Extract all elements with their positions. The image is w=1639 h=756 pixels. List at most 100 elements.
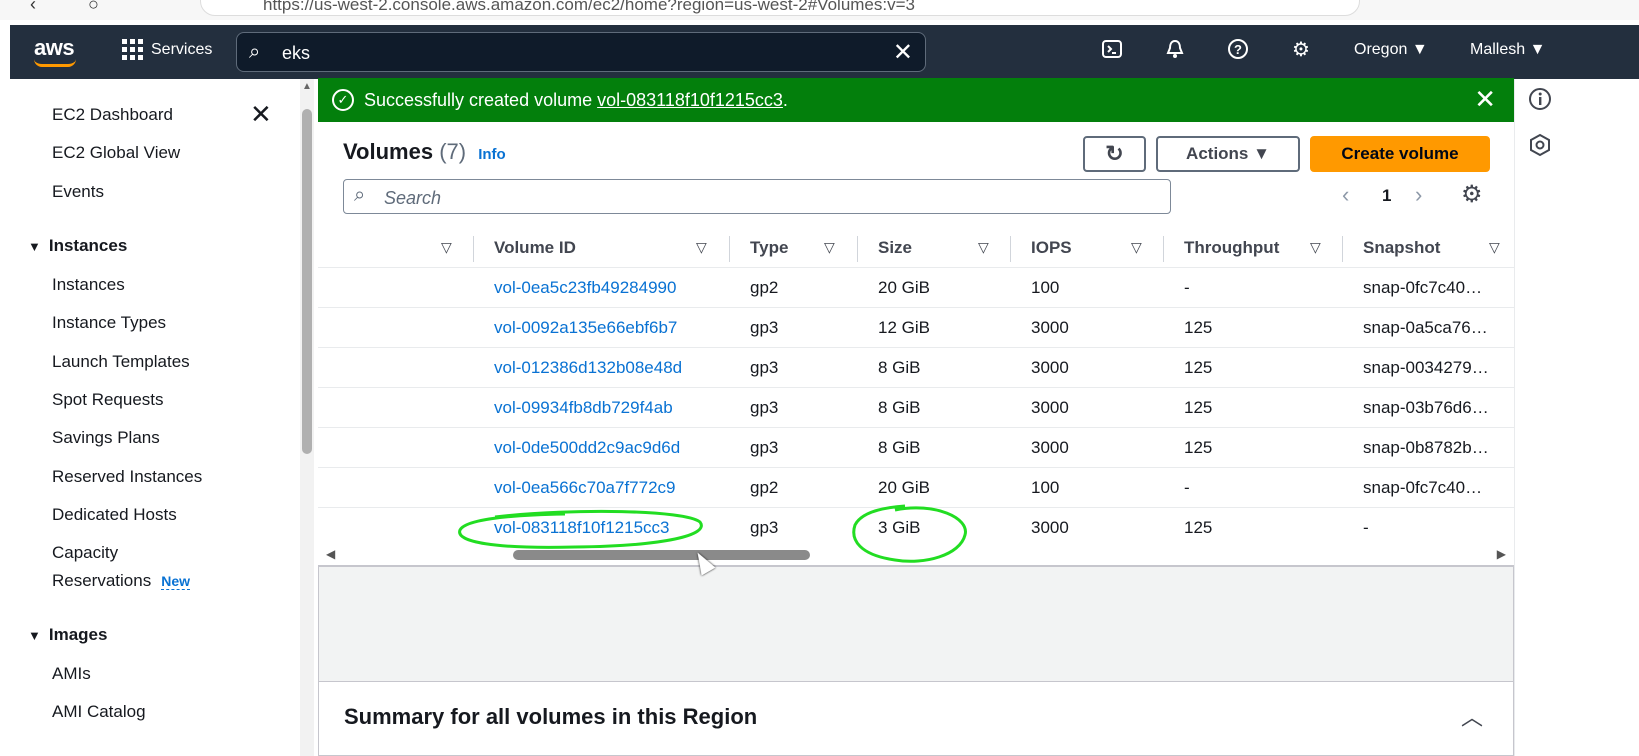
column-divider[interactable] [1342, 236, 1343, 262]
column-divider[interactable] [473, 236, 474, 262]
sidebar-item-capacity-line1[interactable]: Capacity [52, 543, 118, 563]
help-icon[interactable]: ? [1226, 38, 1250, 62]
close-icon[interactable]: ✕ [250, 99, 272, 130]
column-header-type[interactable]: Type [750, 238, 788, 258]
back-icon[interactable]: ‹ [30, 0, 36, 15]
sidebar-item-capacity-reservations[interactable]: Reservations New [52, 571, 191, 591]
scroll-left-icon[interactable]: ◀ [326, 547, 335, 561]
column-divider[interactable] [1163, 236, 1164, 262]
caret-down-icon: ▼ [28, 628, 41, 643]
success-flashbar: ✓ Successfully created volume vol-083118… [318, 78, 1514, 122]
scrollbar-thumb[interactable] [513, 550, 810, 560]
table-row[interactable]: vol-0de500dd2c9ac9d6d gp3 8 GiB 3000 125… [318, 428, 1514, 468]
table-row[interactable]: vol-0ea566c70a7f772c9 gp2 20 GiB 100 - s… [318, 468, 1514, 508]
search-input[interactable]: ⌕ Search [343, 179, 1171, 214]
table-row[interactable]: vol-012386d132b08e48d gp3 8 GiB 3000 125… [318, 348, 1514, 388]
hexagon-icon[interactable] [1527, 133, 1553, 159]
column-header-size[interactable]: Size [878, 238, 912, 258]
throughput-cell: 125 [1184, 518, 1213, 537]
sidebar-item-amis[interactable]: AMIs [52, 664, 91, 684]
close-icon[interactable]: ✕ [1474, 84, 1496, 115]
table-row[interactable]: vol-0ea5c23fb49284990 gp2 20 GiB 100 - s… [318, 268, 1514, 308]
volume-id-link[interactable]: vol-0092a135e66ebf6b7 [494, 318, 677, 338]
volume-id-link[interactable]: vol-083118f10f1215cc3 [494, 518, 670, 538]
info-icon[interactable] [1527, 87, 1553, 113]
page-title: Volumes (7) Info [343, 139, 506, 165]
sidebar-section-label: Instances [48, 236, 128, 255]
services-menu-button[interactable]: Services [122, 39, 212, 60]
sidebar-item-events[interactable]: Events [52, 182, 104, 202]
type-cell: gp3 [750, 518, 779, 537]
aws-logo[interactable]: aws [34, 35, 75, 61]
sort-icon[interactable]: ▽ [824, 239, 835, 256]
snapshot-cell: - [1363, 518, 1369, 537]
sort-icon[interactable]: ▽ [978, 239, 989, 256]
address-bar[interactable]: https://us-west-2.console.aws.amazon.com… [200, 0, 1360, 16]
sort-icon[interactable]: ▽ [1131, 239, 1142, 256]
horizontal-scrollbar[interactable]: ◀ ▶ [318, 547, 1514, 563]
volume-id-link[interactable]: vol-0ea5c23fb49284990 [494, 278, 676, 298]
info-link[interactable]: Info [478, 146, 506, 163]
sidebar-scrollbar[interactable]: ▲ [300, 79, 314, 756]
table-row[interactable]: vol-083118f10f1215cc3 gp3 3 GiB 3000 125… [318, 508, 1514, 548]
sidebar-item-savings-plans[interactable]: Savings Plans [52, 428, 160, 448]
user-menu[interactable]: Mallesh ▼ [1470, 41, 1545, 59]
column-header-volume-id[interactable]: Volume ID [494, 238, 576, 258]
bell-icon[interactable] [1163, 38, 1187, 62]
volume-id-link[interactable]: vol-09934fb8db729f4ab [494, 398, 673, 418]
iops-cell: 100 [1031, 278, 1060, 297]
sidebar-item-launch-templates[interactable]: Launch Templates [52, 352, 190, 372]
sidebar-item-instances[interactable]: Instances [52, 275, 125, 295]
scroll-up-icon[interactable]: ▲ [302, 81, 312, 92]
table-row[interactable]: vol-0092a135e66ebf6b7 gp3 12 GiB 3000 12… [318, 308, 1514, 348]
volume-id-link[interactable]: vol-0ea566c70a7f772c9 [494, 478, 675, 498]
refresh-button[interactable]: ↻ [1083, 136, 1146, 172]
create-volume-button[interactable]: Create volume [1310, 136, 1490, 172]
next-page-icon[interactable]: › [1415, 182, 1422, 208]
sort-icon[interactable]: ▽ [1489, 239, 1500, 256]
current-page[interactable]: 1 [1382, 186, 1391, 206]
sidebar-item-dedicated-hosts[interactable]: Dedicated Hosts [52, 505, 177, 525]
refresh-icon[interactable]: ○ [88, 0, 99, 15]
global-search-input[interactable]: ⌕ eks ✕ [236, 32, 926, 72]
volume-id-link[interactable]: vol-012386d132b08e48d [494, 358, 682, 378]
sort-icon[interactable]: ▽ [441, 239, 452, 256]
table-row[interactable]: vol-09934fb8db729f4ab gp3 8 GiB 3000 125… [318, 388, 1514, 428]
column-divider[interactable] [729, 236, 730, 262]
sidebar-item-instance-types[interactable]: Instance Types [52, 313, 166, 333]
column-divider[interactable] [1010, 236, 1011, 262]
sidebar-section-instances[interactable]: ▼ Instances [28, 236, 127, 256]
volume-id-link[interactable]: vol-0de500dd2c9ac9d6d [494, 438, 680, 458]
sidebar-item-reserved-instances[interactable]: Reserved Instances [52, 467, 202, 487]
scroll-right-icon[interactable]: ▶ [1497, 547, 1506, 561]
column-divider[interactable] [857, 236, 858, 262]
flash-volume-link[interactable]: vol-083118f10f1215cc3 [597, 90, 783, 110]
actions-button[interactable]: Actions ▼ [1156, 136, 1300, 172]
sort-icon[interactable]: ▽ [696, 239, 707, 256]
column-header-throughput[interactable]: Throughput [1184, 238, 1279, 258]
sidebar-item-spot-requests[interactable]: Spot Requests [52, 390, 164, 410]
column-header-snapshot[interactable]: Snapshot [1363, 238, 1440, 258]
region-selector[interactable]: Oregon ▼ [1354, 41, 1428, 59]
sidebar-section-images[interactable]: ▼ Images [28, 625, 107, 645]
sidebar-item-ec2-dashboard[interactable]: EC2 Dashboard [52, 105, 173, 125]
scrollbar-thumb[interactable] [302, 109, 312, 454]
snapshot-cell: snap-0fc7c40… [1363, 478, 1483, 497]
gear-icon[interactable]: ⚙ [1289, 38, 1313, 62]
cloudshell-icon[interactable] [1100, 38, 1124, 62]
clear-search-icon[interactable]: ✕ [893, 38, 913, 67]
previous-page-icon[interactable]: ‹ [1342, 182, 1349, 208]
column-header-iops[interactable]: IOPS [1031, 238, 1072, 258]
volumes-panel: Volumes (7) Info ↻ Actions ▼ Create volu… [318, 122, 1514, 567]
type-cell: gp3 [750, 398, 779, 417]
throughput-cell: 125 [1184, 318, 1213, 337]
sort-icon[interactable]: ▽ [1310, 239, 1321, 256]
sidebar: EC2 Dashboard ✕ EC2 Global View Events ▼… [0, 79, 318, 756]
snapshot-cell: snap-03b76d6… [1363, 398, 1489, 417]
chevron-up-icon[interactable]: ︿ [1461, 700, 1483, 732]
snapshot-cell: snap-0a5ca76… [1363, 318, 1488, 337]
gear-icon[interactable]: ⚙ [1461, 180, 1483, 209]
type-cell: gp2 [750, 478, 779, 497]
sidebar-item-ami-catalog[interactable]: AMI Catalog [52, 702, 146, 722]
sidebar-item-ec2-global-view[interactable]: EC2 Global View [52, 143, 180, 163]
